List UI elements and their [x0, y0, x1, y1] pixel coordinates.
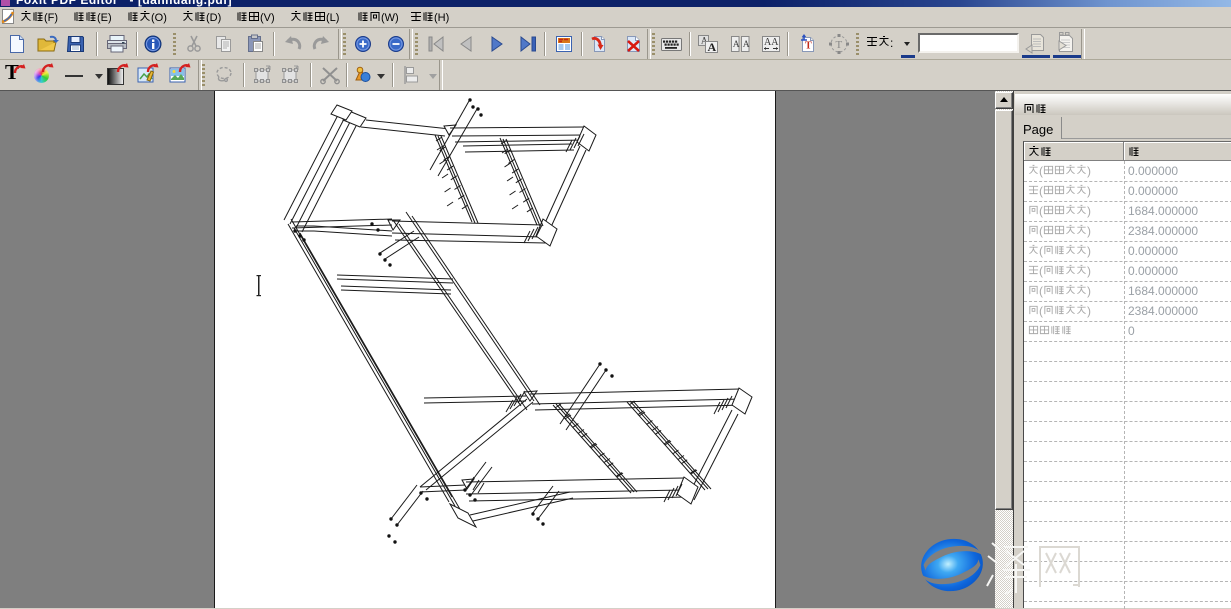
svg-text:T: T: [805, 41, 812, 52]
svg-text:A: A: [743, 40, 750, 50]
svg-text:A: A: [708, 40, 717, 54]
svg-text:A: A: [733, 40, 740, 50]
svg-text:T: T: [836, 39, 843, 51]
svg-text:AA: AA: [764, 37, 779, 48]
